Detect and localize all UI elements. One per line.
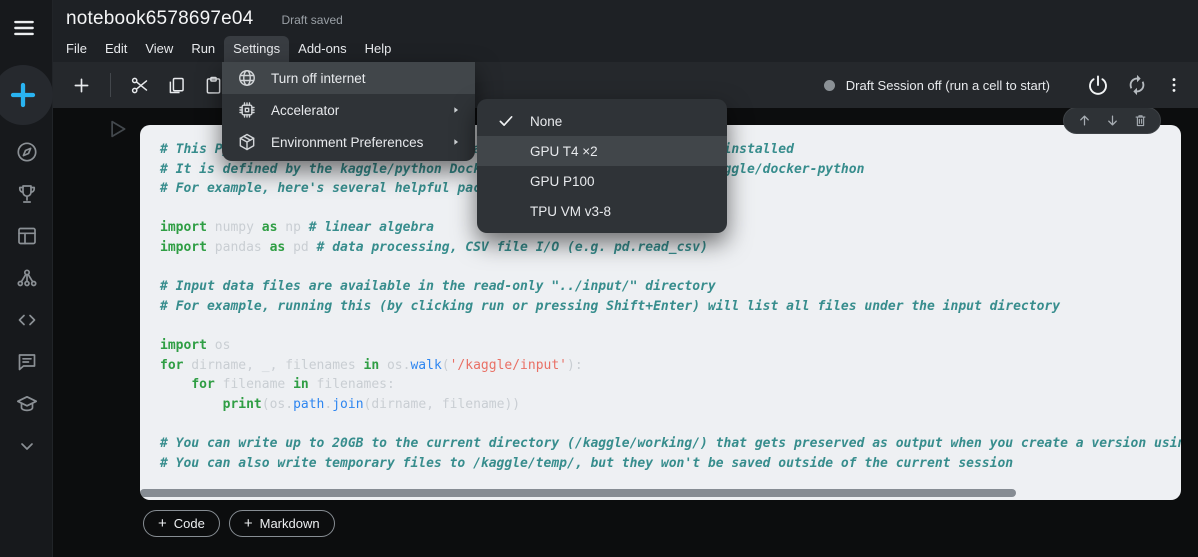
menu-settings[interactable]: Settings: [224, 36, 290, 62]
accelerator-option-none[interactable]: None: [477, 106, 727, 136]
accelerator-option-label: None: [530, 113, 563, 129]
code-line: # For example, running this (by clicking…: [160, 298, 1061, 314]
menu-item-environment-preferences[interactable]: Environment Preferences: [222, 126, 475, 158]
code-line: for dirname, _, filenames in os.walk('/k…: [160, 357, 583, 373]
copy-icon[interactable]: [166, 75, 187, 96]
plus-icon: +: [243, 515, 253, 532]
session-status-dot: [823, 79, 835, 91]
models-network-icon[interactable]: [15, 266, 39, 290]
code-line: # Input data files are available in the …: [160, 279, 716, 295]
move-cell-up-icon[interactable]: [1077, 113, 1092, 128]
code-line: for filename in filenames:: [191, 377, 395, 393]
menu-help[interactable]: Help: [356, 36, 401, 62]
graduation-cap-icon[interactable]: [15, 392, 39, 416]
check-placeholder: [497, 202, 515, 220]
settings-menu: Turn off internet Accelerator Environment …: [222, 62, 475, 161]
code-line: print(os.path.join(dirname, filename)): [222, 396, 521, 412]
kebab-menu-icon[interactable]: [1164, 75, 1184, 95]
code-line: import os: [160, 337, 231, 353]
globe-icon: [237, 68, 257, 88]
code-line: # You can also write temporary files to …: [160, 455, 1014, 471]
check-icon: [497, 112, 515, 130]
toolbar-divider: [110, 73, 111, 97]
run-cell-button[interactable]: [104, 116, 130, 142]
notebook-title[interactable]: notebook6578697e04: [66, 8, 253, 30]
submenu-caret-icon: [451, 137, 461, 147]
power-icon[interactable]: [1086, 73, 1110, 97]
menu-item-turn-off-internet[interactable]: Turn off internet: [222, 62, 475, 94]
chevron-down-icon[interactable]: [15, 434, 39, 458]
accelerator-option-label: TPU VM v3-8: [530, 203, 612, 219]
add-markdown-button[interactable]: + Markdown: [228, 510, 335, 537]
kaggle-notebook-app: notebook6578697e04 Draft saved File Edit V…: [0, 0, 1198, 557]
check-placeholder: [497, 142, 515, 160]
submenu-caret-icon: [451, 105, 461, 115]
accelerator-option-label: GPU P100: [530, 173, 595, 189]
menu-item-label: Environment Preferences: [271, 134, 424, 150]
accelerator-submenu: None GPU T4 ×2 GPU P100 TPU VM v3-8: [477, 99, 727, 233]
menu-item-label: Accelerator: [271, 102, 340, 118]
code-line: # You can write up to 20GB to the curren…: [160, 435, 1181, 451]
accelerator-option-gpu-t4-2[interactable]: GPU T4 ×2: [477, 136, 727, 166]
sidebar-nav: [0, 140, 53, 458]
paste-icon[interactable]: [203, 75, 224, 96]
cell-actions-toolbar: [1063, 107, 1161, 134]
code-line: import pandas as pd # data processing, C…: [160, 239, 708, 255]
plus-icon: +: [158, 515, 167, 532]
hamburger-menu-icon[interactable]: [11, 15, 37, 41]
menu-edit[interactable]: Edit: [96, 36, 136, 62]
menu-file[interactable]: File: [57, 36, 96, 62]
session-status-text: Draft Session off (run a cell to start): [845, 77, 1050, 93]
code-brackets-icon[interactable]: [15, 308, 39, 332]
menu-view[interactable]: View: [136, 36, 182, 62]
menubar: File Edit View Run Settings Add-ons Help: [57, 36, 400, 62]
accelerator-option-tpu-vm-v3-8[interactable]: TPU VM v3-8: [477, 196, 727, 226]
add-icon[interactable]: [71, 75, 92, 96]
cut-icon[interactable]: [129, 75, 150, 96]
comments-icon[interactable]: [15, 350, 39, 374]
trophy-icon[interactable]: [15, 182, 39, 206]
move-cell-down-icon[interactable]: [1105, 113, 1120, 128]
compass-icon[interactable]: [15, 140, 39, 164]
menu-run[interactable]: Run: [182, 36, 224, 62]
datasets-grid-icon[interactable]: [15, 224, 39, 248]
create-button[interactable]: [0, 65, 53, 125]
chip-icon: [237, 100, 257, 120]
add-code-button[interactable]: + Code: [143, 510, 220, 537]
check-placeholder: [497, 172, 515, 190]
restart-session-icon[interactable]: [1126, 74, 1148, 96]
accelerator-option-gpu-p100[interactable]: GPU P100: [477, 166, 727, 196]
header: notebook6578697e04 Draft saved File Edit V…: [53, 0, 1198, 62]
accelerator-option-label: GPU T4 ×2: [530, 143, 598, 159]
menu-item-accelerator[interactable]: Accelerator: [222, 94, 475, 126]
draft-saved-status: Draft saved: [281, 13, 343, 27]
sidebar: [0, 0, 53, 557]
horizontal-scrollbar[interactable]: [140, 489, 1016, 497]
menu-item-label: Turn off internet: [271, 70, 366, 86]
menu-add-ons[interactable]: Add-ons: [289, 36, 355, 62]
add-cell-row: + Code + Markdown: [143, 510, 335, 537]
delete-cell-icon[interactable]: [1133, 113, 1148, 128]
package-icon: [237, 132, 257, 152]
